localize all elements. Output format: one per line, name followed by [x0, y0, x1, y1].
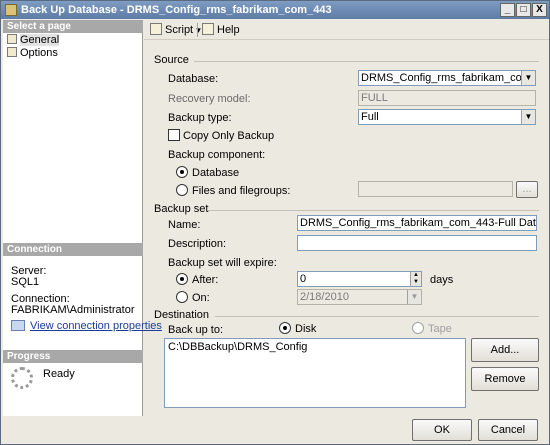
page-icon	[7, 47, 17, 57]
progress-status: Ready	[43, 368, 75, 380]
recovery-model-value: FULL	[361, 92, 388, 104]
page-icon	[7, 34, 17, 44]
progress-spinner-icon	[11, 367, 33, 389]
destination-disk-label[interactable]: Disk	[295, 323, 316, 335]
source-group-header: Source	[154, 54, 189, 66]
expire-after-radio[interactable]	[176, 273, 188, 285]
server-value: SQL1	[11, 276, 40, 288]
page-general-label: General	[20, 34, 60, 46]
backup-set-group-header: Backup set	[154, 203, 209, 215]
database-label: Database:	[168, 73, 219, 85]
remove-destination-button[interactable]: Remove	[471, 367, 539, 391]
ok-button[interactable]: OK	[412, 419, 472, 441]
backup-type-value: Full	[361, 111, 379, 123]
destination-tape-radio	[412, 322, 424, 334]
expire-on-radio[interactable]	[176, 291, 188, 303]
component-database-label[interactable]: Database	[192, 167, 239, 179]
destination-list-item[interactable]: C:\DBBackup\DRMS_Config	[168, 341, 462, 353]
cancel-button[interactable]: Cancel	[478, 419, 538, 441]
window-title: Back Up Database - DRMS_Config_rms_fabri…	[21, 4, 332, 16]
add-destination-button[interactable]: Add...	[471, 338, 539, 362]
component-database-radio[interactable]	[176, 166, 188, 178]
title-bar[interactable]: Back Up Database - DRMS_Config_rms_fabri…	[1, 1, 549, 19]
toolbar-separator	[197, 23, 198, 37]
back-up-to-label: Back up to:	[168, 324, 224, 336]
backup-type-select[interactable]: Full ▼	[358, 109, 536, 125]
expire-after-label[interactable]: After:	[192, 274, 218, 286]
component-files-label[interactable]: Files and filegroups:	[192, 185, 290, 197]
help-icon	[202, 23, 214, 35]
help-label: Help	[217, 24, 240, 36]
destination-divider	[215, 316, 539, 317]
stepper-up-icon[interactable]: ▲	[411, 272, 421, 279]
destination-disk-radio[interactable]	[279, 322, 291, 334]
backup-component-label: Backup component:	[168, 149, 266, 161]
view-connection-properties-link[interactable]: View connection properties	[11, 320, 162, 332]
description-label: Description:	[168, 238, 227, 250]
close-button[interactable]: X	[532, 3, 547, 17]
connection-icon	[11, 320, 25, 331]
connection-header: Connection	[3, 243, 143, 256]
page-options-label: Options	[20, 47, 58, 59]
expire-on-date-picker: 2/18/2010 ▼	[297, 289, 422, 305]
script-icon	[150, 23, 162, 35]
expire-on-label[interactable]: On:	[192, 292, 210, 304]
destination-group-header: Destination	[154, 309, 210, 321]
chevron-down-icon[interactable]: ▼	[521, 110, 535, 124]
connection-value: FABRIKAM\Administrator	[11, 304, 135, 316]
maximize-button[interactable]: □	[516, 3, 531, 17]
backup-name-label: Name:	[168, 219, 201, 231]
days-stepper[interactable]: ▲ ▼	[410, 272, 421, 286]
dialog-footer: OK Cancel	[1, 416, 549, 444]
script-label: Script	[165, 24, 194, 36]
expire-on-date-value: 2/18/2010	[300, 291, 349, 303]
help-button[interactable]: Help	[202, 23, 240, 37]
days-label: days	[430, 274, 454, 286]
left-pane: Select a page General Options Connection…	[3, 20, 162, 416]
minimize-button[interactable]: _	[500, 3, 515, 17]
backup-set-divider	[208, 210, 539, 211]
chevron-down-icon: ▼	[407, 290, 421, 304]
view-connection-properties-label: View connection properties	[30, 320, 162, 332]
expire-label: Backup set will expire:	[168, 257, 277, 269]
backup-database-dialog: Back Up Database - DRMS_Config_rms_fabri…	[0, 0, 550, 445]
expire-after-days-value: 0	[300, 273, 307, 285]
copy-only-label[interactable]: Copy Only Backup	[183, 130, 274, 142]
script-button[interactable]: Script ▾	[150, 23, 201, 37]
backup-name-input[interactable]: DRMS_Config_rms_fabrikam_com_443-Full Da…	[297, 215, 537, 231]
recovery-model-label: Recovery model:	[168, 93, 251, 105]
expire-after-days-input[interactable]: 0 ▲ ▼	[297, 271, 422, 287]
database-select[interactable]: DRMS_Config_rms_fabrikam_com_443 ▼	[358, 70, 536, 86]
backup-name-value: DRMS_Config_rms_fabrikam_com_443-Full Da…	[300, 217, 536, 229]
progress-header: Progress	[3, 350, 143, 363]
stepper-down-icon[interactable]: ▼	[411, 279, 421, 286]
source-divider	[194, 61, 539, 62]
page-options[interactable]: Options	[7, 47, 58, 59]
window-icon	[5, 4, 17, 16]
general-page: Source Database: DRMS_Config_rms_fabrika…	[144, 41, 549, 416]
destination-tape-label: Tape	[428, 323, 452, 335]
toolbar: Script ▾ Help	[144, 20, 549, 40]
description-input[interactable]	[297, 235, 537, 251]
destination-list[interactable]: C:\DBBackup\DRMS_Config	[164, 338, 466, 408]
copy-only-checkbox[interactable]	[168, 129, 180, 141]
select-page-header: Select a page	[3, 20, 143, 33]
recovery-model-field: FULL	[358, 90, 536, 106]
component-files-radio[interactable]	[176, 184, 188, 196]
backup-type-label: Backup type:	[168, 112, 232, 124]
chevron-down-icon[interactable]: ▼	[521, 71, 535, 85]
page-general[interactable]: General	[7, 34, 60, 46]
filegroups-field	[358, 181, 513, 197]
filegroups-browse-button[interactable]: ...	[516, 181, 538, 198]
database-value: DRMS_Config_rms_fabrikam_com_443	[361, 72, 536, 84]
